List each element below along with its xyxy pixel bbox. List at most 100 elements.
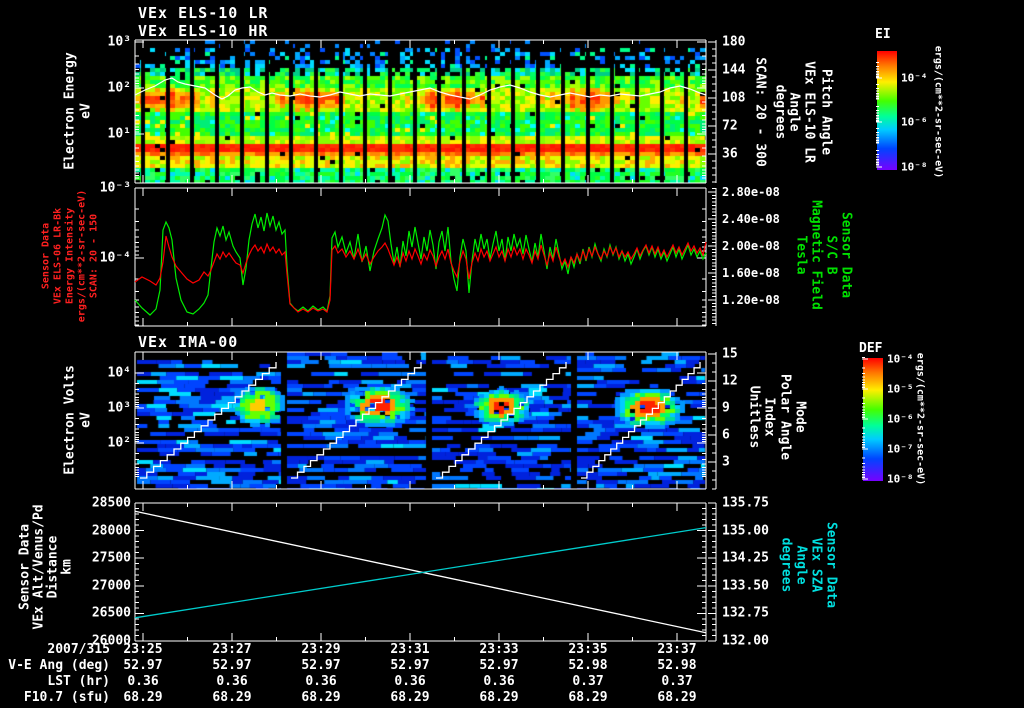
f107-value: 68.29 (301, 690, 341, 705)
p4-right-tick: 134.25 (722, 550, 769, 566)
p4-left-tick: 28000 (91, 523, 131, 539)
p3-left-tick: 10⁴ (107, 365, 131, 381)
f107-value: 68.29 (568, 690, 608, 705)
p4-left-tick: 27000 (91, 578, 131, 594)
p4-right-axis-line3: Angle (793, 545, 809, 585)
els-colorbar-title: EI (875, 27, 891, 42)
panel1-title-lr: VEx ELS-10 LR (138, 4, 269, 22)
p1-right-axis-line5: SCAN: 20 - 300 (752, 57, 768, 167)
p4-right-tick: 135.75 (722, 495, 769, 511)
veang-value: 52.97 (301, 658, 341, 673)
p3-right-tick: 6 (722, 427, 730, 443)
row-label-f107: F10.7 (sfu) (23, 690, 110, 705)
p1-left-tick: 10¹ (107, 126, 131, 142)
p2-right-tick: 2.80e-08 (722, 185, 780, 199)
p4-left-tick: 26500 (91, 605, 131, 621)
p2-left-axis-line2: VEx ELS-06 LR-Bk (52, 207, 64, 305)
p1-right-tick: 144 (722, 62, 746, 78)
p3-right-tick: 15 (722, 346, 738, 362)
p1-right-axis-line2: VEx ELS-10 LR (801, 61, 817, 163)
p3-left-tick: 10³ (107, 400, 131, 416)
p4-right-axis-line2: VEx SZA (808, 537, 824, 593)
p4-left-tick: 28500 (91, 495, 131, 511)
p2-right-tick: 1.60e-08 (722, 266, 780, 280)
els-colorbar-tick: 10⁻⁸ (901, 160, 928, 174)
p1-right-tick: 72 (722, 118, 738, 134)
p3-left-tick: 10² (107, 435, 131, 451)
lst-value: 0.37 (661, 674, 693, 689)
p1-right-axis-line4: degrees (772, 84, 788, 140)
p4-right-axis-line1: Sensor Data (823, 521, 839, 609)
time-tick-label: 23:37 (657, 642, 697, 657)
p2-right-axis-line3: Magnetic Field (808, 200, 824, 310)
veang-value: 52.97 (212, 658, 252, 673)
p2-right-axis-line2: S/C B (823, 235, 839, 275)
p1-left-tick: 10² (107, 80, 131, 96)
ima-colorbar-unit: ergs/(cm**2-sr-sec-eV) (914, 352, 926, 486)
p2-left-tick: 10⁻³ (99, 180, 131, 196)
p2-right-tick: 1.20e-08 (722, 293, 780, 307)
p1-right-axis-line3: Angle (786, 92, 802, 132)
p1-right-tick: 180 (722, 34, 746, 50)
els-colorbar-unit: ergs/(cm**2-sr-sec-eV) (932, 45, 944, 179)
time-tick-label: 23:35 (568, 642, 608, 657)
time-tick-label: 23:27 (212, 642, 252, 657)
f107-value: 68.29 (479, 690, 519, 705)
panel3-title: VEx IMA-00 (138, 333, 239, 351)
p4-right-axis-line4: degrees (778, 537, 794, 593)
p1-left-axis-title: Electron Energy (62, 52, 78, 170)
veang-value: 52.97 (390, 658, 430, 673)
lst-value: 0.36 (216, 674, 248, 689)
time-tick-label: 23:29 (301, 642, 341, 657)
p3-right-axis-line3: Index (761, 397, 777, 437)
f107-value: 68.29 (212, 690, 252, 705)
lst-value: 0.36 (127, 674, 159, 689)
panel1-title-hr: VEx ELS-10 HR (138, 22, 269, 40)
p2-right-tick: 2.40e-08 (722, 212, 780, 226)
p3-right-tick: 9 (722, 400, 730, 416)
p4-left-axis-line2: VEx Alt/Venus/Pd (31, 504, 47, 630)
lst-value: 0.36 (483, 674, 515, 689)
p3-right-axis-line1: Mode (792, 401, 808, 433)
p1-right-tick: 108 (722, 90, 746, 106)
row-label-veang: V-E Ang (deg) (8, 658, 110, 673)
ima-colorbar-tick: 10⁻⁴ (887, 352, 914, 366)
p3-right-axis-line4: Unitless (746, 385, 762, 449)
ima-colorbar-tick: 10⁻⁷ (887, 442, 914, 456)
f107-value: 68.29 (657, 690, 697, 705)
els-colorbar-tick: 10⁻⁶ (901, 115, 928, 129)
p1-left-axis-unit: eV (78, 103, 94, 119)
vex-telemetry-plot: VEx ELS-10 LR VEx ELS-10 HR VEx IMA-00 E… (0, 0, 1024, 708)
p4-right-tick: 132.00 (722, 633, 769, 649)
row-label-lst: LST (hr) (47, 674, 110, 689)
p4-right-tick: 135.00 (722, 523, 769, 539)
p4-right-tick: 132.75 (722, 605, 769, 621)
p2-left-tick: 10⁻⁴ (99, 250, 131, 266)
lst-value: 0.36 (394, 674, 426, 689)
p2-right-axis-line1: Sensor Data (838, 211, 854, 299)
time-tick-label: 23:31 (390, 642, 430, 657)
ima-colorbar-title: DEF (859, 341, 883, 356)
els-colorbar-tick: 10⁻⁴ (901, 71, 928, 85)
p1-left-tick: 10³ (107, 34, 131, 50)
veang-value: 52.98 (657, 658, 697, 673)
lst-value: 0.37 (572, 674, 604, 689)
lst-value: 0.36 (305, 674, 337, 689)
ima-colorbar-tick: 10⁻⁵ (887, 382, 914, 396)
veang-value: 52.97 (479, 658, 519, 673)
p3-right-tick: 12 (722, 373, 738, 389)
p2-right-axis-line4: Tesla (793, 235, 809, 275)
f107-value: 68.29 (123, 690, 163, 705)
p3-right-axis-line2: Polar Angle (777, 373, 793, 461)
veang-value: 52.97 (123, 658, 163, 673)
p4-left-axis-line1: Sensor Data (17, 523, 33, 611)
veang-value: 52.98 (568, 658, 608, 673)
time-tick-label: 23:25 (123, 642, 163, 657)
p3-left-axis-title: Electron Volts (62, 365, 78, 475)
date-label: 2007/315 (47, 642, 110, 657)
p4-right-tick: 133.50 (722, 578, 769, 594)
ima-colorbar-tick: 10⁻⁶ (887, 412, 914, 426)
ima-colorbar-tick: 10⁻⁸ (887, 472, 914, 486)
p4-left-axis-line3: Distance (45, 535, 61, 599)
p3-right-tick: 3 (722, 454, 730, 470)
